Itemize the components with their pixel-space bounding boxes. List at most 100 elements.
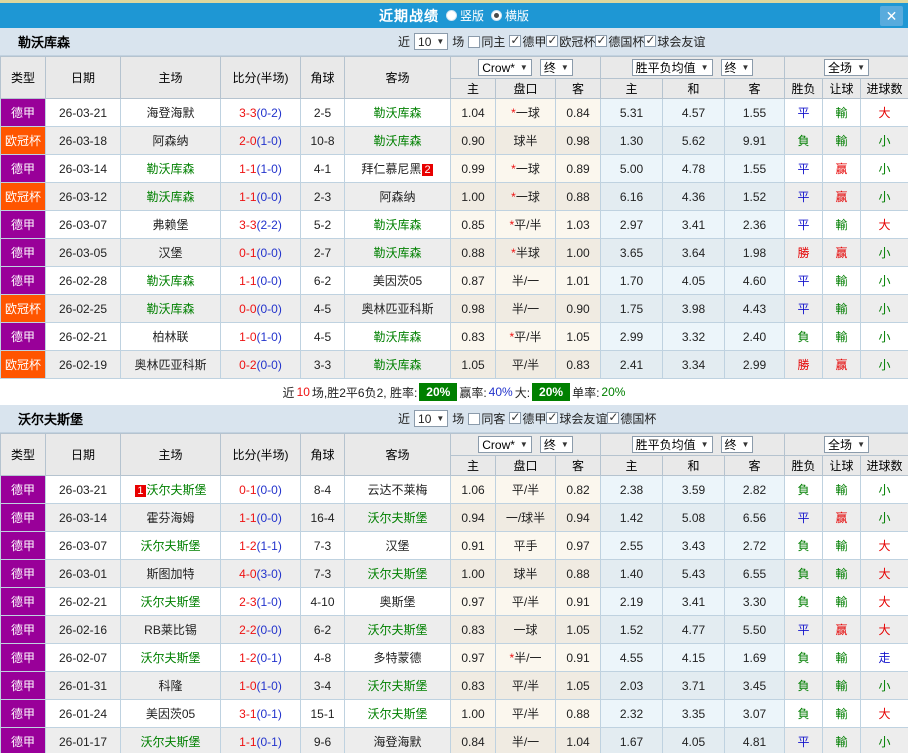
avg-final-select[interactable]: 终 [720, 59, 754, 76]
home-team: 阿森纳 [120, 126, 221, 155]
score: 0-2(0-0) [220, 350, 301, 379]
match-count-select[interactable]: 10 [414, 410, 449, 427]
league-filter-checkbox[interactable]: 球会友谊 [644, 33, 705, 50]
match-date: 26-03-21 [45, 98, 121, 127]
summary-text: 20% [601, 385, 626, 399]
avg-home: 1.75 [600, 294, 663, 323]
corner-score: 4-8 [300, 643, 345, 672]
handicap-line: 平手 [495, 531, 556, 560]
avg-draw: 3.34 [662, 350, 725, 379]
panel-title: 近期战绩 [378, 7, 439, 24]
avg-select[interactable]: 胜平负均值 [631, 59, 713, 76]
scope-select[interactable]: 全场 [824, 59, 869, 76]
match-date: 26-03-21 [45, 475, 121, 504]
sub-header-handicap: 盘口 [495, 78, 556, 99]
score: 0-1(0-0) [220, 475, 301, 504]
score: 1-1(1-0) [220, 154, 301, 183]
corner-score: 6-2 [300, 266, 345, 295]
odds-final-select[interactable]: 终 [539, 59, 573, 76]
league-filter-checkbox[interactable]: 球会友谊 [546, 410, 607, 427]
avg-draw: 4.15 [662, 643, 725, 672]
col-header-score: 比分(半场) [220, 56, 301, 99]
league-badge: 德甲 [0, 587, 46, 616]
score: 0-0(0-0) [220, 294, 301, 323]
score: 2-2(0-0) [220, 615, 301, 644]
checkbox-icon [468, 35, 481, 48]
away-team: 勒沃库森 [344, 126, 451, 155]
layout-radio-vertical[interactable]: 竖版 [445, 7, 484, 24]
avg-away: 2.36 [723, 210, 786, 239]
corner-score: 2-5 [300, 98, 345, 127]
match-date: 26-03-14 [45, 503, 121, 532]
sub-header-handicap-result: 让球 [822, 78, 862, 99]
handicap-line: *半球 [495, 238, 556, 267]
odds-company-select[interactable]: Crow* [478, 59, 532, 76]
result-handicap: 赢 [822, 182, 862, 211]
home-odds: 0.97 [450, 643, 496, 672]
avg-draw: 5.43 [662, 559, 725, 588]
result-outcome: 平 [784, 98, 824, 127]
avg-draw: 3.43 [662, 531, 725, 560]
same-venue-checkbox[interactable]: 同客 [468, 410, 505, 427]
sub-header-avg-away: 客 [723, 78, 786, 99]
away-odds: 1.05 [555, 322, 601, 351]
sub-header-odds-home: 主 [450, 455, 496, 476]
league-badge: 德甲 [0, 559, 46, 588]
col-header-away: 客场 [344, 56, 451, 99]
handicap-line: 半/一 [495, 266, 556, 295]
away-odds: 1.00 [555, 238, 601, 267]
league-filter-checkbox[interactable]: 德甲 [509, 33, 546, 50]
avg-home: 1.30 [600, 126, 663, 155]
away-team: 阿森纳 [344, 182, 451, 211]
handicap-line: *一球 [495, 182, 556, 211]
section-header: 沃尔夫斯堡 近 10 场 同客 德甲球会友谊德国杯 [0, 405, 908, 433]
radio-unselected-icon [445, 10, 457, 21]
match-date: 26-01-17 [45, 727, 121, 753]
odds-company-select[interactable]: Crow* [478, 436, 532, 453]
match-row: 德甲 26-03-21 海登海默 3-3(0-2) 2-5 勒沃库森 1.04 *一球 0.84… [0, 98, 908, 127]
result-outcome: 負 [784, 643, 824, 672]
match-count-select[interactable]: 10 [414, 33, 449, 50]
home-odds: 0.83 [450, 322, 496, 351]
match-row: 欧冠杯 26-03-12 勒沃库森 1-1(0-0) 2-3 阿森纳 1.00 *一球 0.88… [0, 182, 908, 211]
sub-header-odds-away: 客 [555, 78, 601, 99]
league-badge: 德甲 [0, 475, 46, 504]
avg-draw: 5.62 [662, 126, 725, 155]
odds-final-select[interactable]: 终 [539, 436, 573, 453]
result-handicap: 赢 [822, 350, 862, 379]
league-filter-checkbox[interactable]: 德甲 [509, 410, 546, 427]
result-goals: 大 [860, 699, 908, 728]
match-row: 德甲 26-01-31 科隆 1-0(1-0) 3-4 沃尔夫斯堡 0.83 平/半 1.05 2… [0, 671, 908, 700]
col-header-date: 日期 [45, 433, 121, 476]
match-row: 德甲 26-02-28 勒沃库森 1-1(0-0) 6-2 美因茨05 0.87 半/一 1.0… [0, 266, 908, 295]
scope-select[interactable]: 全场 [824, 436, 869, 453]
league-filter-checkbox[interactable]: 德国杯 [607, 410, 656, 427]
avg-away: 6.56 [723, 503, 786, 532]
league-filter-checkbox[interactable]: 德国杯 [595, 33, 644, 50]
home-odds: 0.90 [450, 126, 496, 155]
league-filter-label: 欧冠杯 [559, 34, 596, 49]
corner-score: 8-4 [300, 475, 345, 504]
same-venue-checkbox[interactable]: 同主 [468, 33, 505, 50]
league-filter-group: 德甲球会友谊德国杯 [509, 410, 656, 428]
avg-home: 2.99 [600, 322, 663, 351]
team-section-leverkusen: 勒沃库森 近 10 场 同主 德甲欧冠杯德国杯球会友谊 类 [0, 28, 908, 405]
avg-final-select[interactable]: 终 [720, 436, 754, 453]
sub-header-goals: 进球数 [860, 78, 908, 99]
avg-away: 4.43 [723, 294, 786, 323]
match-date: 26-03-01 [45, 559, 121, 588]
layout-radio-horizontal[interactable]: 横版 [491, 7, 529, 24]
result-goals: 小 [860, 350, 908, 379]
close-button[interactable]: ✕ [880, 6, 903, 26]
result-goals: 小 [860, 475, 908, 504]
league-filter-checkbox[interactable]: 欧冠杯 [546, 33, 595, 50]
result-outcome: 勝 [784, 350, 824, 379]
avg-away: 1.98 [723, 238, 786, 267]
avg-away: 3.07 [723, 699, 786, 728]
score: 1-2(1-1) [220, 531, 301, 560]
avg-select[interactable]: 胜平负均值 [631, 436, 713, 453]
away-team: 勒沃库森 [344, 350, 451, 379]
league-filter-label: 球会友谊 [657, 34, 706, 49]
match-row: 德甲 26-02-07 沃尔夫斯堡 1-2(0-1) 4-8 多特蒙德 0.97 *半/一 0.… [0, 643, 908, 672]
match-date: 26-03-07 [45, 210, 121, 239]
